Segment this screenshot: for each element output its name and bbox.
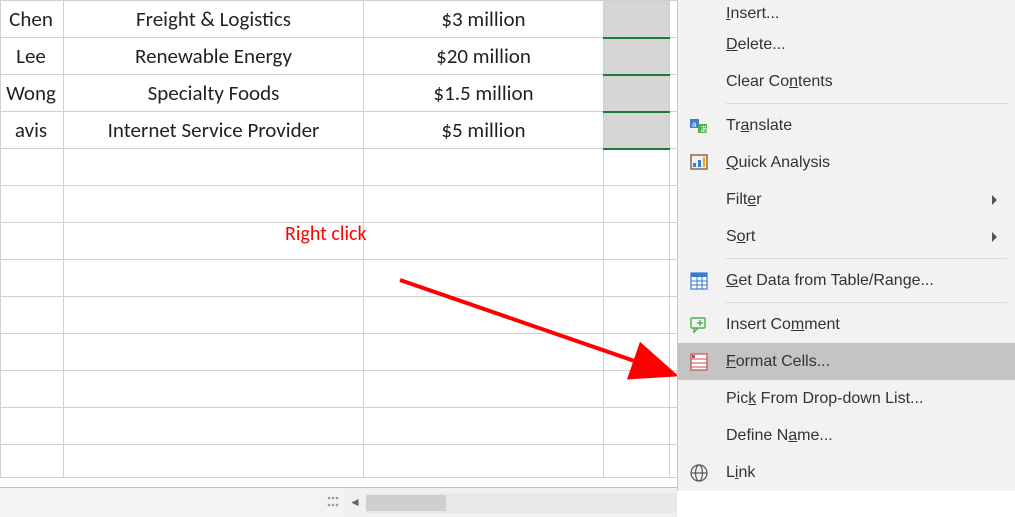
table-row[interactable] — [1, 408, 744, 445]
cell-amount[interactable]: $1.5 million — [364, 75, 604, 112]
menu-label: Get Data from Table/Range... — [726, 272, 934, 290]
tab-resizer-icon[interactable] — [326, 495, 340, 509]
horizontal-scrollbar[interactable]: ◄ — [344, 487, 677, 517]
menu-filter[interactable]: Filter — [678, 181, 1015, 218]
selected-column-cell[interactable] — [604, 1, 670, 38]
menu-clear-contents[interactable]: Clear Contents — [678, 63, 1015, 100]
format-cells-icon — [688, 351, 710, 373]
table-row[interactable] — [1, 297, 744, 334]
table-row[interactable]: Wong Specialty Foods $1.5 million — [1, 75, 744, 112]
menu-label: Insert Comment — [726, 316, 840, 334]
annotation-right-click: Right click — [285, 222, 367, 246]
context-menu: Insert... Delete... Clear Contents aあ Tr… — [677, 0, 1015, 491]
sheet-tab-area[interactable] — [0, 487, 344, 517]
menu-label: Sort — [726, 228, 755, 246]
menu-define-name[interactable]: Define Name... — [678, 417, 1015, 454]
sheet-bottom-gap — [0, 477, 677, 487]
svg-text:a: a — [692, 120, 697, 129]
table-row[interactable]: Lee Renewable Energy $20 million — [1, 38, 744, 75]
menu-label: Define Name... — [726, 427, 833, 445]
menu-label: Translate — [726, 117, 792, 135]
cell-name[interactable]: Wong — [1, 75, 64, 112]
menu-label: Pick From Drop-down List... — [726, 390, 923, 408]
selected-column-cell[interactable] — [604, 112, 670, 149]
table-row[interactable] — [1, 334, 744, 371]
menu-insert[interactable]: Insert... — [678, 0, 1015, 26]
scroll-left-button[interactable]: ◄ — [344, 488, 366, 517]
menu-format-cells[interactable]: Format Cells... — [678, 343, 1015, 380]
menu-label: Quick Analysis — [726, 154, 830, 172]
scroll-thumb[interactable] — [366, 495, 446, 511]
menu-translate[interactable]: aあ Translate — [678, 107, 1015, 144]
submenu-arrow-icon — [992, 232, 997, 242]
menu-insert-comment[interactable]: Insert Comment — [678, 306, 1015, 343]
table-icon — [688, 270, 710, 292]
cell-name[interactable]: avis — [1, 112, 64, 149]
table-row[interactable]: Chen Freight & Logistics $3 million — [1, 1, 744, 38]
menu-pick-from-list[interactable]: Pick From Drop-down List... — [678, 380, 1015, 417]
menu-link[interactable]: Link — [678, 454, 1015, 491]
menu-sort[interactable]: Sort — [678, 218, 1015, 255]
menu-label: Filter — [726, 191, 762, 209]
svg-text:あ: あ — [700, 125, 708, 134]
menu-label: Insert... — [726, 5, 779, 23]
menu-separator — [726, 103, 1007, 104]
table-row[interactable]: avis Internet Service Provider $5 millio… — [1, 112, 744, 149]
table-row[interactable] — [1, 371, 744, 408]
cell-amount[interactable]: $5 million — [364, 112, 604, 149]
cell-name[interactable]: Chen — [1, 1, 64, 38]
scroll-track[interactable] — [366, 493, 677, 513]
menu-delete[interactable]: Delete... — [678, 26, 1015, 63]
menu-label: Clear Contents — [726, 73, 833, 91]
table-row[interactable] — [1, 149, 744, 186]
cell-industry[interactable]: Freight & Logistics — [64, 1, 364, 38]
menu-quick-analysis[interactable]: Quick Analysis — [678, 144, 1015, 181]
menu-separator — [726, 258, 1007, 259]
menu-label: Delete... — [726, 36, 786, 54]
cell-industry[interactable]: Renewable Energy — [64, 38, 364, 75]
spreadsheet-grid[interactable]: Chen Freight & Logistics $3 million Lee … — [0, 0, 744, 482]
menu-get-data[interactable]: Get Data from Table/Range... — [678, 262, 1015, 299]
menu-label: Format Cells... — [726, 353, 830, 371]
bottom-bar: ◄ — [0, 487, 677, 517]
translate-icon: aあ — [688, 115, 710, 137]
cell-industry[interactable]: Specialty Foods — [64, 75, 364, 112]
cell-amount[interactable]: $20 million — [364, 38, 604, 75]
table-row[interactable] — [1, 186, 744, 223]
menu-label: Link — [726, 464, 755, 482]
comment-icon — [688, 314, 710, 336]
cell-industry[interactable]: Internet Service Provider — [64, 112, 364, 149]
cell-amount[interactable]: $3 million — [364, 1, 604, 38]
selected-column-cell[interactable] — [604, 38, 670, 75]
quick-analysis-icon — [688, 152, 710, 174]
menu-separator — [726, 302, 1007, 303]
table-row[interactable] — [1, 260, 744, 297]
table-row[interactable] — [1, 445, 744, 482]
cell-name[interactable]: Lee — [1, 38, 64, 75]
link-icon — [688, 462, 710, 484]
table-row[interactable] — [1, 223, 744, 260]
submenu-arrow-icon — [992, 195, 997, 205]
selected-column-cell[interactable] — [604, 75, 670, 112]
